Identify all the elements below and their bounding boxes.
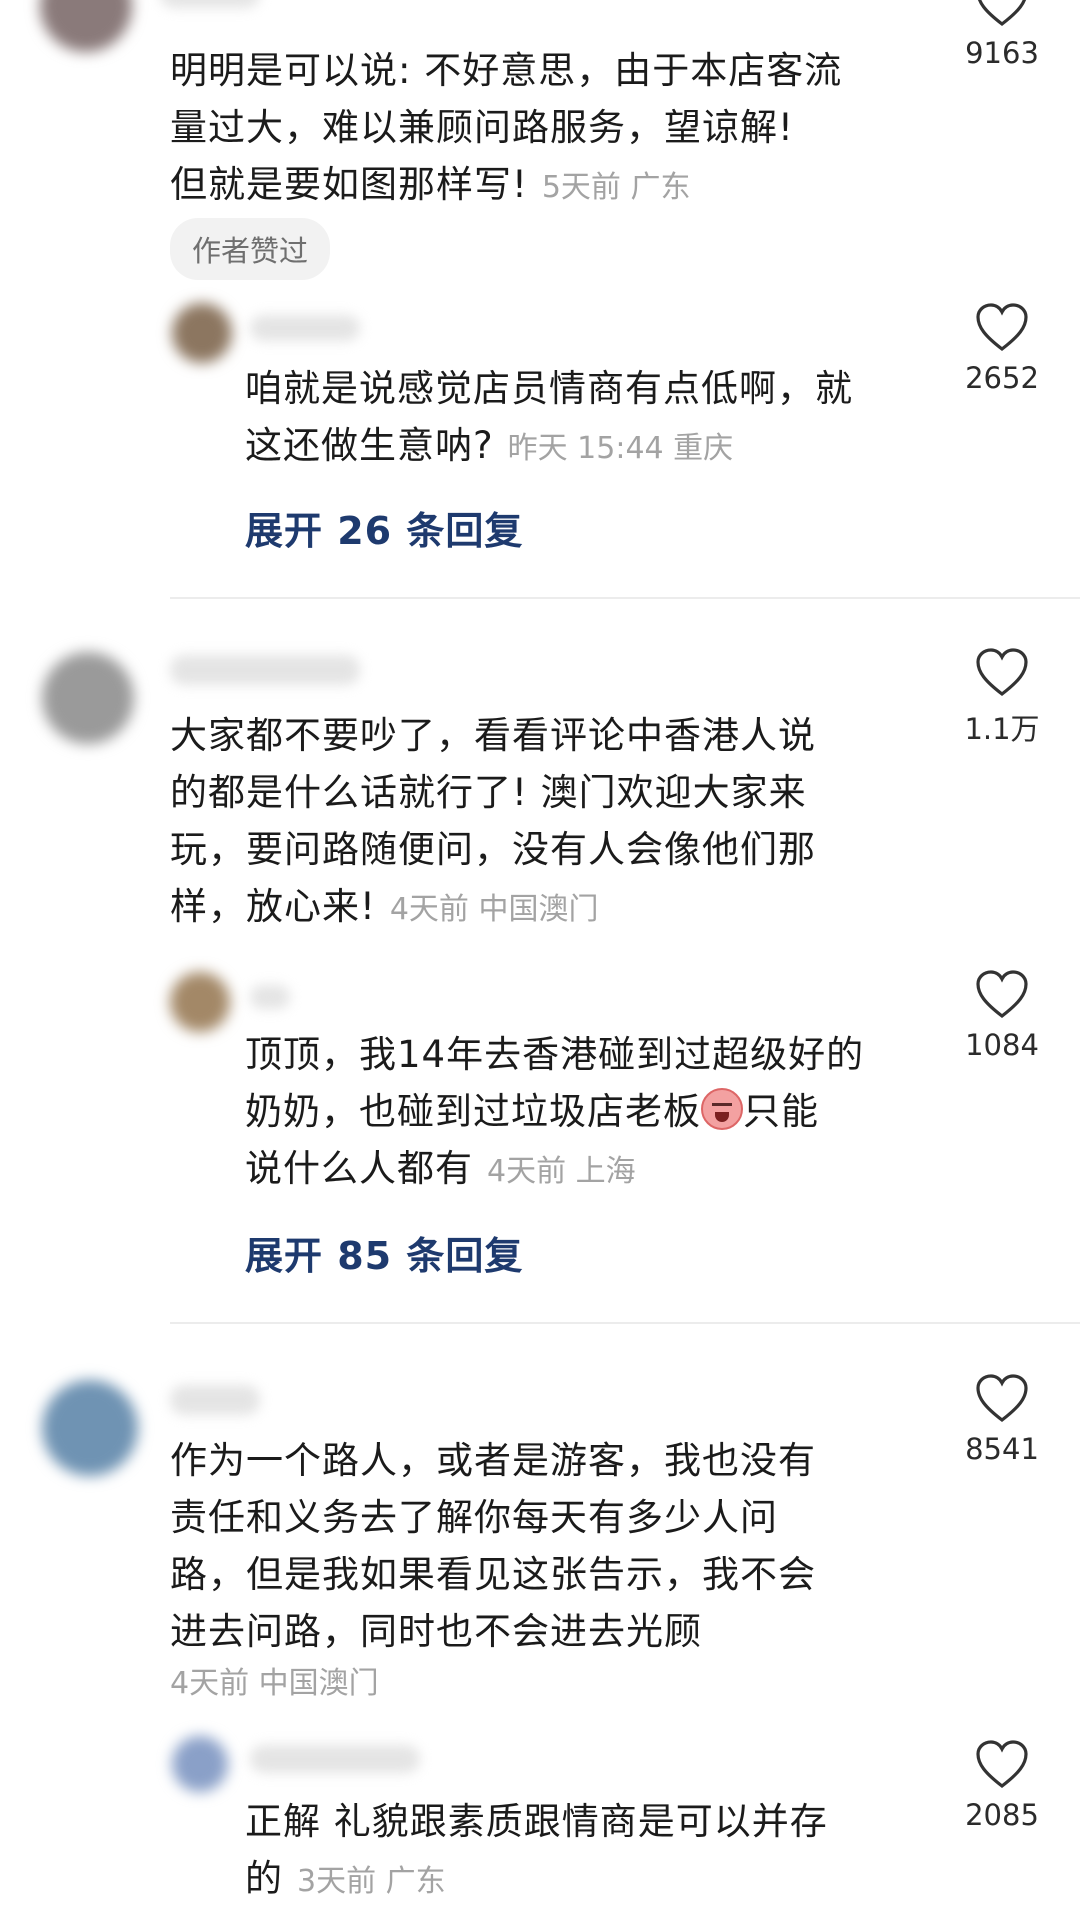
comment-line: 但就是要如图那样写! 5天前 广东 (170, 163, 691, 206)
username[interactable] (170, 1385, 260, 1415)
avatar[interactable] (170, 972, 230, 1032)
comment-line: 正解 礼貌跟素质跟情商是可以并存 (245, 1800, 828, 1843)
heart-outline-icon (976, 1740, 1028, 1789)
like-count: 9163 (965, 36, 1039, 70)
comment-line: 咱就是说感觉店员情商有点低啊，就 (245, 367, 853, 410)
username[interactable] (250, 1745, 420, 1773)
like-button[interactable]: 2652 (947, 303, 1057, 395)
author-liked-badge: 作者赞过 (170, 218, 331, 280)
comment-meta: 4天前 上海 (487, 1154, 636, 1189)
avatar[interactable] (172, 1736, 228, 1792)
comment-line: 的 3天前 广东 (245, 1857, 446, 1900)
like-count: 8541 (965, 1432, 1039, 1466)
comment-line: 说什么人都有 4天前 上海 (245, 1147, 636, 1190)
comment-meta: 3天前 广东 (297, 1864, 446, 1899)
like-count: 1084 (965, 1028, 1039, 1062)
comment-meta: 昨天 15:44 重庆 (507, 431, 734, 466)
comment-line: 这还做生意呐? 昨天 15:44 重庆 (245, 424, 734, 467)
expand-replies-link[interactable]: 展开 85 条回复 (245, 1225, 523, 1280)
comment-text: 明明是可以说: 不好意思，由于本店客流 量过大，难以兼顾问路服务，望谅解! 但就… (170, 42, 930, 216)
divider (170, 1322, 1080, 1324)
expand-replies-link[interactable]: 展开 26 条回复 (245, 500, 523, 555)
like-count: 2085 (965, 1798, 1039, 1832)
avatar[interactable] (40, 0, 132, 52)
like-button[interactable]: 8541 (947, 1374, 1057, 1466)
comment-text: 大家都不要吵了，看看评论中香港人说 的都是什么话就行了! 澳门欢迎大家来 玩，要… (170, 707, 940, 938)
like-count: 1.1万 (964, 712, 1040, 746)
comment-text: 作为一个路人，或者是游客，我也没有 责任和义务去了解你每天有多少人问 路，但是我… (170, 1432, 940, 1660)
heart-outline-icon (976, 303, 1028, 352)
avatar[interactable] (42, 652, 134, 744)
comment-line: 大家都不要吵了，看看评论中香港人说 (170, 714, 816, 757)
like-button[interactable]: 1.1万 (947, 648, 1057, 748)
comment-meta: 5天前 广东 (541, 170, 691, 205)
avatar[interactable] (42, 1380, 138, 1476)
crying-face-emoji (701, 1088, 743, 1130)
avatar[interactable] (172, 303, 232, 363)
username[interactable] (250, 985, 290, 1009)
comment-line: 责任和义务去了解你每天有多少人问 (170, 1496, 778, 1539)
heart-outline-icon (976, 1374, 1028, 1423)
comment-line: 奶奶，也碰到过垃圾店老板 只能 (245, 1088, 819, 1133)
comment-line: 玩，要问路随便问，没有人会像他们那 (170, 828, 816, 871)
reply-text: 正解 礼貌跟素质跟情商是可以并存 的 3天前 广东 (245, 1793, 945, 1910)
heart-outline-icon (976, 648, 1028, 697)
like-button[interactable]: 9163 (947, 0, 1057, 70)
comment-line: 量过大，难以兼顾问路服务，望谅解! (170, 106, 794, 149)
username[interactable] (250, 315, 360, 341)
username[interactable] (160, 0, 260, 8)
heart-outline-icon (977, 0, 1027, 27)
comment-line: 样，放心来! 4天前 中国澳门 (170, 885, 599, 928)
comment-meta: 4天前 中国澳门 (389, 892, 599, 927)
comment-line: 作为一个路人，或者是游客，我也没有 (170, 1439, 816, 1482)
comment-line: 顶顶，我14年去香港碰到过超级好的 (245, 1033, 865, 1076)
like-button[interactable]: 1084 (947, 970, 1057, 1062)
reply-text: 顶顶，我14年去香港碰到过超级好的 奶奶，也碰到过垃圾店老板 只能 说什么人都有 4… (245, 1026, 945, 1200)
divider (170, 597, 1080, 599)
comment-line: 进去问路，同时也不会进去光顾 (170, 1610, 702, 1653)
comment-meta: 4天前 中国澳门 (170, 1666, 379, 1701)
reply-text: 咱就是说感觉店员情商有点低啊，就 这还做生意呐? 昨天 15:44 重庆 (245, 360, 945, 477)
heart-outline-icon (976, 970, 1028, 1019)
comment-line: 明明是可以说: 不好意思，由于本店客流 (170, 49, 843, 92)
comment-line: 路，但是我如果看见这张告示，我不会 (170, 1553, 816, 1596)
username[interactable] (170, 655, 360, 685)
like-count: 2652 (965, 361, 1039, 395)
like-button[interactable]: 2085 (947, 1740, 1057, 1832)
comment-line: 的都是什么话就行了! 澳门欢迎大家来 (170, 771, 807, 814)
